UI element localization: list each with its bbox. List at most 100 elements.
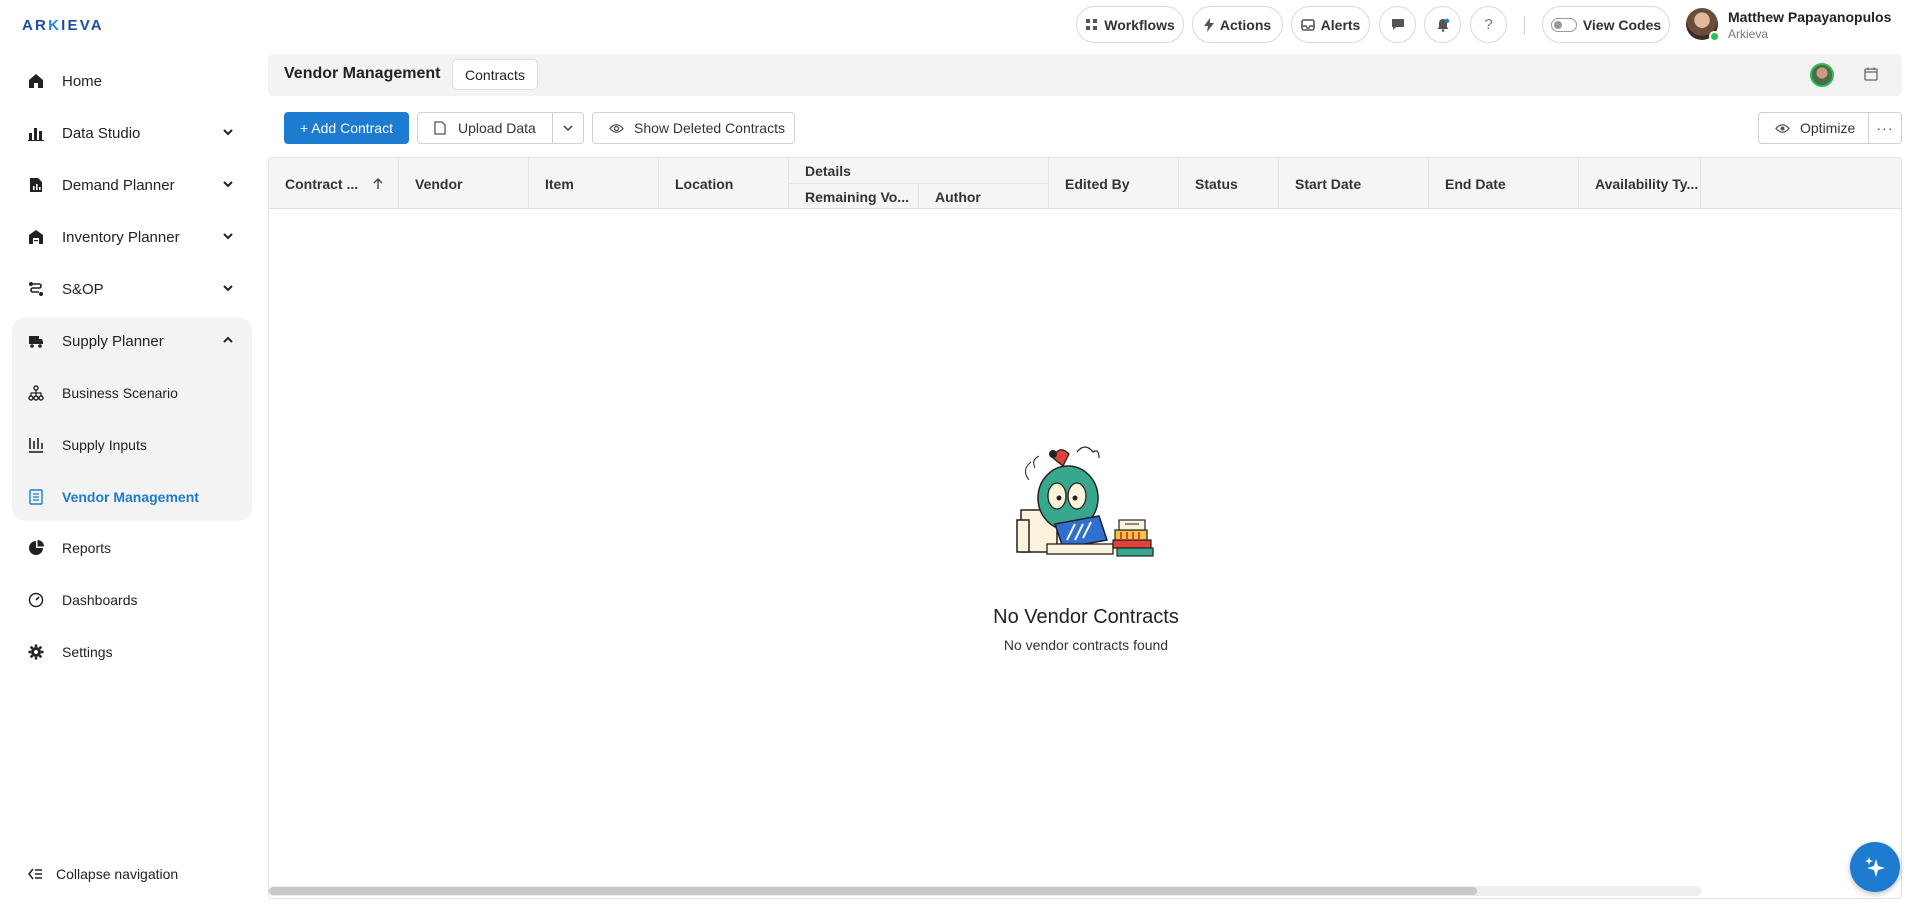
chevron-down-icon [223,129,233,136]
page-title: Vendor Management [284,65,441,82]
column-header-availability-type[interactable]: Availability Ty... [1579,158,1701,209]
sidebar-item-supply-inputs[interactable]: Supply Inputs [12,422,252,468]
sidebar-item-label: S&OP [62,280,104,298]
optimize-eye-icon [1775,123,1790,133]
sidebar-item-settings[interactable]: Settings [12,629,252,675]
document-chart-icon [30,178,42,192]
upload-data-label: Upload Data [458,120,536,136]
column-header-author[interactable]: Author [919,183,1049,209]
chevron-down-icon [223,233,233,240]
sidebar-item-demand-planner[interactable]: Demand Planner [12,162,252,208]
show-deleted-label: Show Deleted Contracts [634,120,785,136]
sidebar-item-label: Demand Planner [62,176,175,194]
bar-chart-icon [28,128,44,141]
workflows-button[interactable]: Workflows [1076,6,1184,43]
sidebar-item-home[interactable]: Home [12,58,252,104]
chevron-down-icon [223,285,233,292]
sidebar-item-inventory-planner[interactable]: Inventory Planner [12,214,252,260]
more-options-button[interactable]: ··· [1868,112,1902,144]
arkieva-logo[interactable]: ARKIEVA [22,17,104,34]
column-header-location[interactable]: Location [659,158,789,209]
sidebar-item-reports[interactable]: Reports [12,525,252,571]
view-codes-label: View Codes [1582,16,1662,33]
lightning-icon [1203,17,1214,32]
view-codes-toggle[interactable]: View Codes [1542,6,1670,43]
calendar-icon[interactable] [1864,67,1878,81]
optimize-button[interactable]: Optimize [1758,112,1869,144]
sidebar-item-label: Supply Inputs [62,437,147,453]
hierarchy-icon [28,385,44,401]
contracts-table: Contract ... Vendor Item Location Detail… [268,157,1902,899]
upload-options-dropdown[interactable] [552,112,584,144]
column-header-status[interactable]: Status [1179,158,1279,209]
sidebar-item-label: Supply Planner [62,332,164,350]
eye-icon [609,123,624,133]
sidebar-item-data-studio[interactable]: Data Studio [12,110,252,156]
notifications-button[interactable] [1424,6,1461,43]
warehouse-icon [29,230,43,244]
gear-icon [28,644,44,660]
sidebar-item-dashboards[interactable]: Dashboards [12,577,252,623]
sort-ascending-icon[interactable] [372,177,384,190]
chat-icon [1391,19,1404,30]
actions-label: Actions [1219,16,1272,33]
help-button[interactable]: ? [1470,6,1507,43]
column-header-remaining-volume[interactable]: Remaining Vo... [789,183,919,209]
optimize-label: Optimize [1800,120,1856,136]
collapse-icon [28,868,42,880]
user-organization: Arkieva [1728,27,1769,41]
flow-icon [29,282,43,296]
alerts-button[interactable]: Alerts [1291,6,1370,43]
chat-button[interactable] [1379,6,1416,43]
empty-state-illustration [1016,446,1154,557]
sidebar-item-business-scenario[interactable]: Business Scenario [12,370,252,416]
sidebar-item-label: Reports [62,540,112,556]
scrollbar-thumb[interactable] [269,887,1477,895]
upload-data-button[interactable]: Upload Data [417,112,553,144]
page-header: Vendor Management Contracts [268,54,1902,96]
column-header-start-date[interactable]: Start Date [1279,158,1429,209]
tab-contracts[interactable]: Contracts [452,59,538,90]
collapse-navigation-button[interactable]: Collapse navigation [28,866,178,882]
workflow-icon [1086,19,1098,30]
show-deleted-contracts-button[interactable]: Show Deleted Contracts [592,112,795,144]
sidebar-item-label: Dashboards [62,592,138,608]
ellipsis-icon: ··· [1876,120,1894,136]
add-contract-button[interactable]: + Add Contract [284,112,409,144]
gauge-icon [28,592,44,608]
user-name: Matthew Papayanopulos [1728,9,1892,25]
column-header-label: Contract ... [285,175,359,192]
sidebar-item-label: Inventory Planner [62,228,180,246]
empty-state-subtitle: No vendor contracts found [1003,637,1169,653]
chevron-down-icon [223,181,233,188]
column-header-end-date[interactable]: End Date [1429,158,1579,209]
home-icon [29,74,43,88]
sidebar-item-sop[interactable]: S&OP [12,266,252,312]
toggle-switch-icon[interactable] [1550,17,1577,32]
list-icon [29,489,43,505]
bell-icon [1437,18,1449,32]
sidebar-item-label: Vendor Management [62,489,199,505]
table-header: Contract ... Vendor Item Location Detail… [269,158,1901,209]
truck-icon [29,336,43,348]
horizontal-scrollbar[interactable] [269,886,1701,896]
user-avatar[interactable] [1686,8,1720,42]
sidebar-item-label: Home [62,72,103,90]
top-bar: ARKIEVA Workflows Actions Alerts ? View … [0,0,1916,50]
header-avatar[interactable] [1810,63,1834,87]
sidebar-item-label: Business Scenario [62,385,178,401]
column-header-contract[interactable]: Contract ... [269,158,399,209]
inbox-icon [1300,18,1315,31]
sidebar-item-vendor-management[interactable]: Vendor Management [12,474,252,520]
actions-button[interactable]: Actions [1192,6,1283,43]
column-header-item[interactable]: Item [529,158,659,209]
online-status-icon [1709,31,1720,42]
column-header-edited-by[interactable]: Edited By [1049,158,1179,209]
ai-assistant-button[interactable] [1850,842,1900,892]
alerts-label: Alerts [1320,16,1361,33]
column-header-vendor[interactable]: Vendor [399,158,529,209]
chevron-up-icon [223,336,233,343]
question-icon: ? [1484,16,1493,33]
sidebar-item-supply-planner[interactable]: Supply Planner [12,318,252,364]
sidebar: Home Data Studio Demand Planner Inventor… [0,55,260,913]
